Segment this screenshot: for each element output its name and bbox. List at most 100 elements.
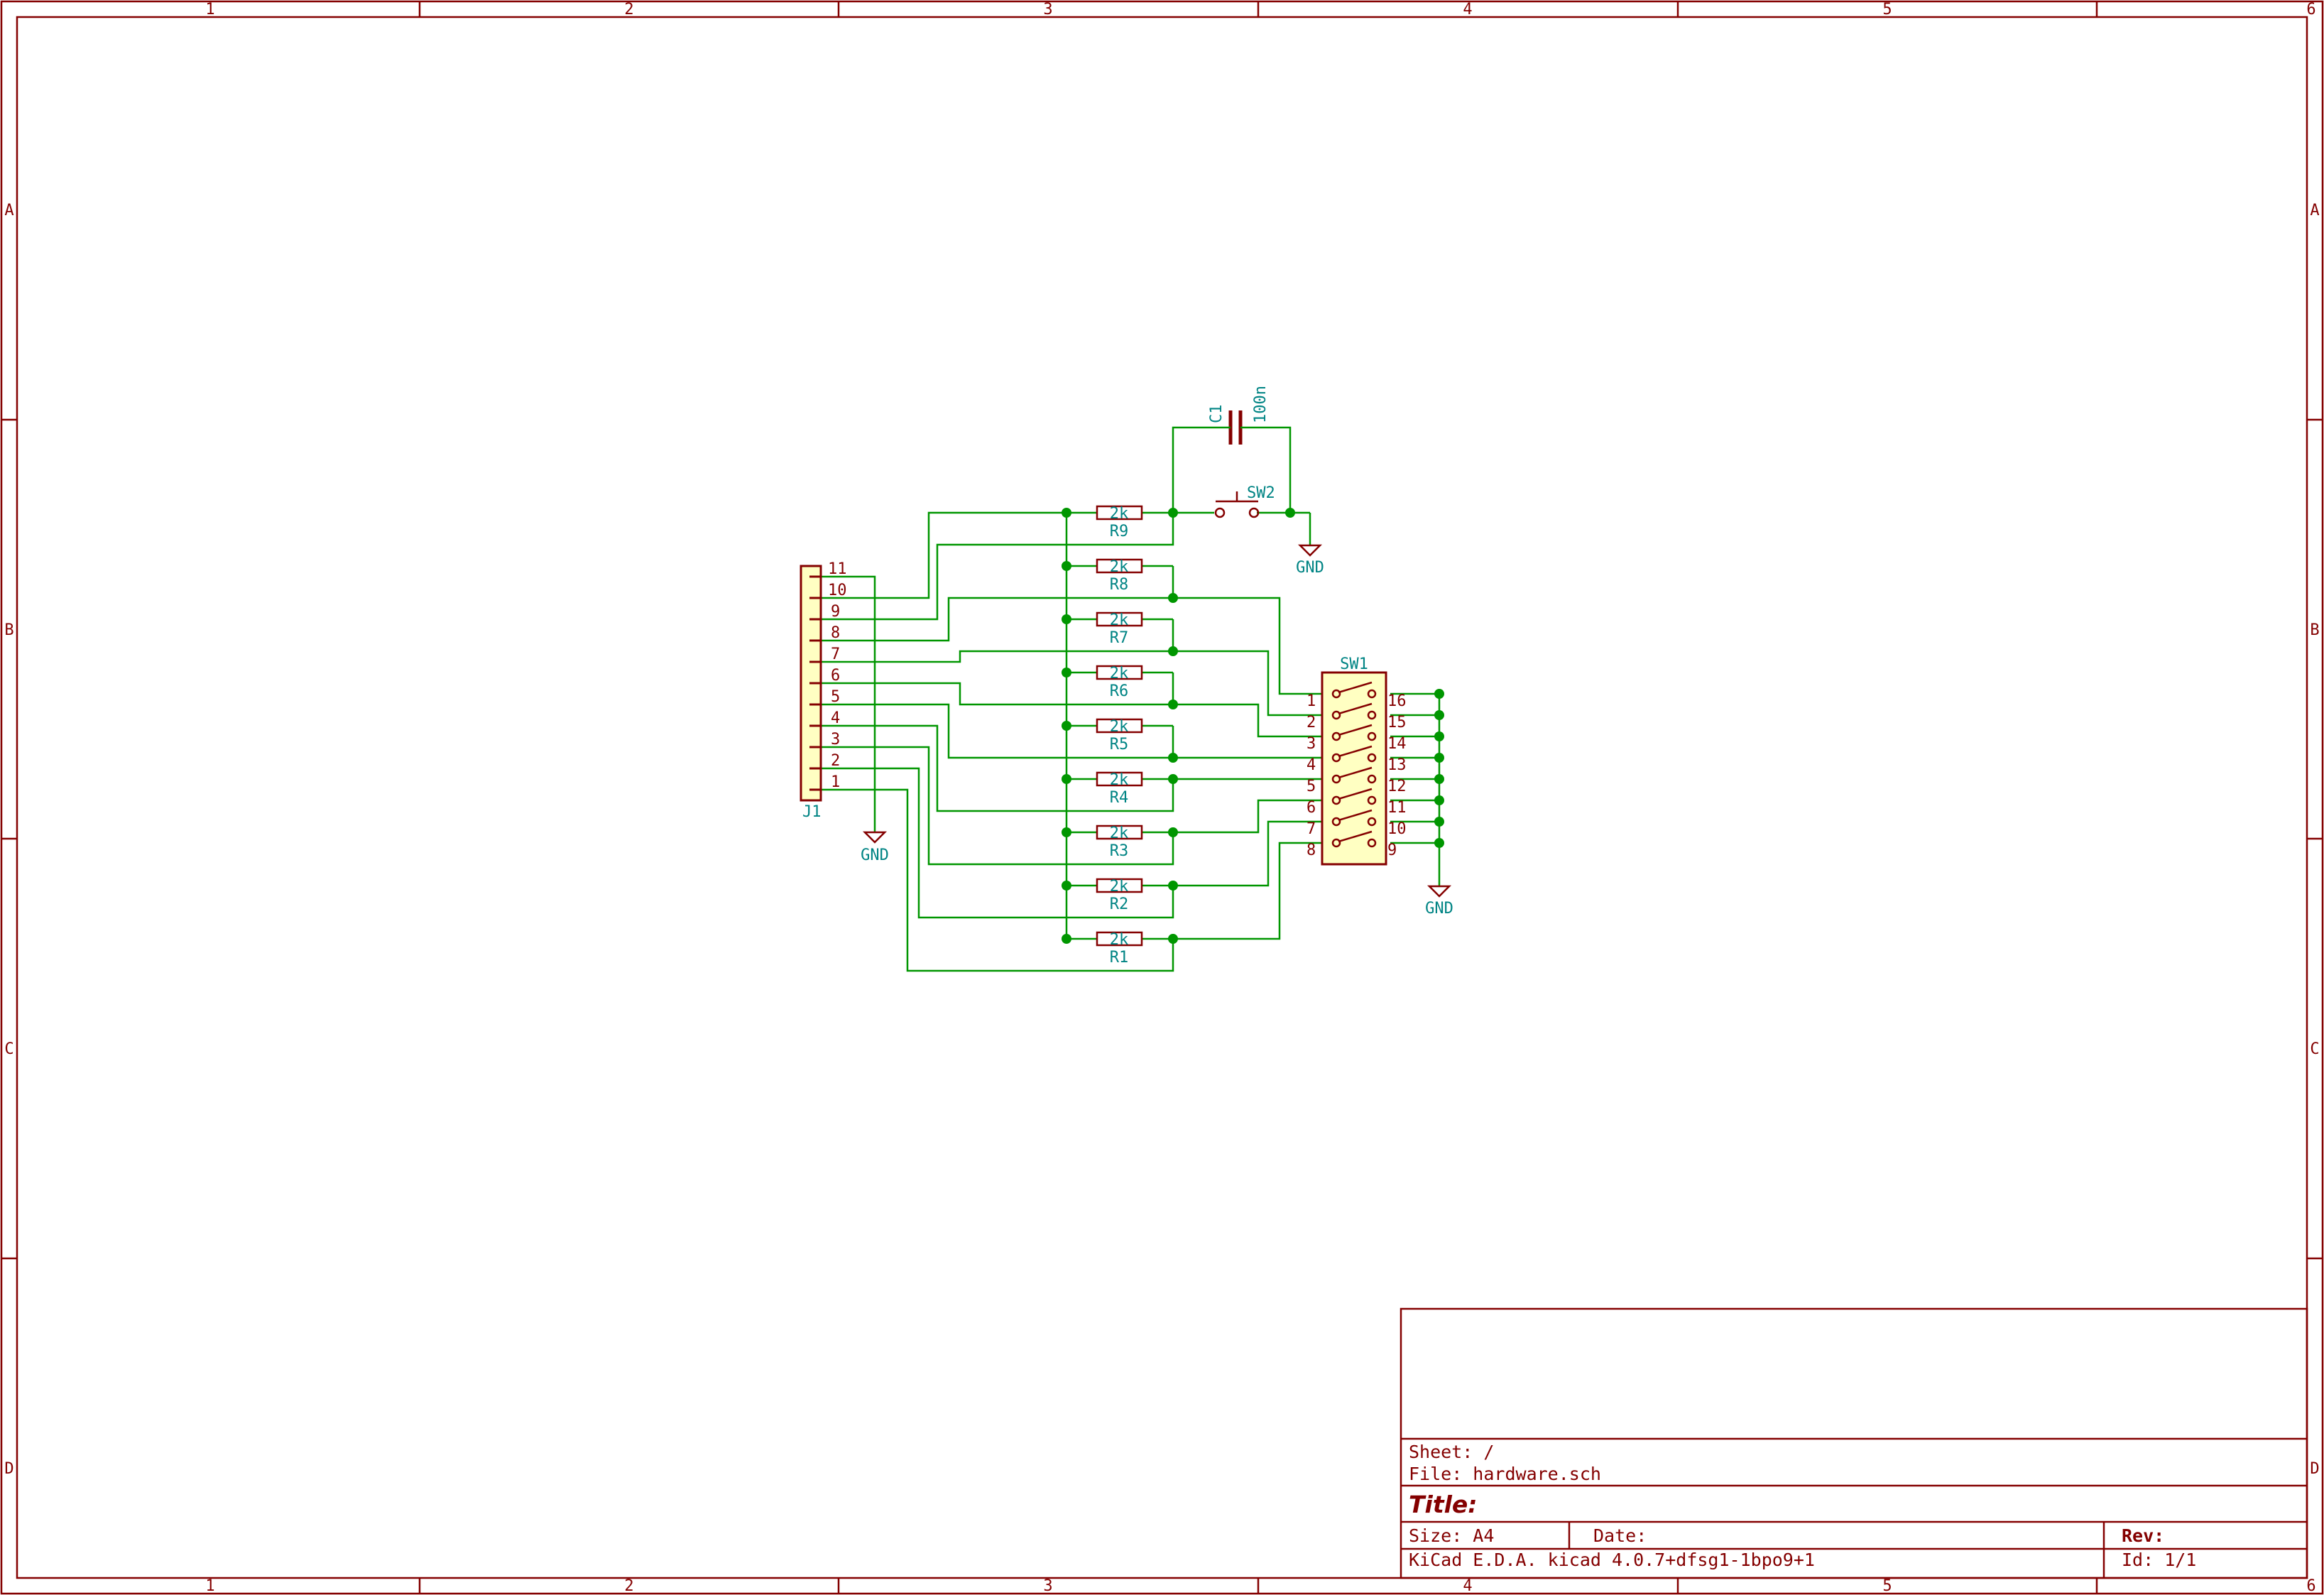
resistor-ref: R1 xyxy=(1110,949,1129,967)
resistor-value: 2k xyxy=(1110,771,1129,789)
connector-pin-number: 1 xyxy=(831,773,840,791)
row-label-left: D xyxy=(4,1460,13,1478)
resistor-value: 2k xyxy=(1110,611,1129,629)
resistor-r5[interactable]: 2k R5 xyxy=(1096,718,1143,753)
dip-pin-right: 14 xyxy=(1387,735,1407,753)
column-labels: 1 2 3 4 5 6 1 2 3 4 5 6 xyxy=(205,1,2315,1595)
title-block-file: File: hardware.sch xyxy=(1409,1464,1601,1484)
col-label-top: 3 xyxy=(1043,1,1052,18)
capacitor-c1[interactable]: C1 100n xyxy=(1208,386,1270,445)
row-label-left: A xyxy=(4,202,13,219)
resistor-r4[interactable]: 2k R4 xyxy=(1096,771,1143,807)
col-label-top: 6 xyxy=(2306,1,2315,18)
col-label-top: 2 xyxy=(624,1,633,18)
connector-ref: J1 xyxy=(802,803,822,821)
outer-border xyxy=(0,0,2324,1595)
dip-pin-left: 8 xyxy=(1306,842,1316,859)
resistor-ref: R6 xyxy=(1110,682,1129,700)
dip-switch-body xyxy=(1321,671,1387,866)
resistor-value: 2k xyxy=(1110,558,1129,576)
gnd-label: GND xyxy=(861,847,889,864)
title-block-date: Date: xyxy=(1593,1525,1647,1546)
dip-pin-left: 5 xyxy=(1306,778,1316,795)
capacitor-value: 100n xyxy=(1252,386,1270,423)
dip-pin-right: 12 xyxy=(1387,778,1407,795)
row-label-right: C xyxy=(2310,1040,2319,1058)
dip-switch-sw1[interactable]: SW1 1 2 3 4 5 6 7 8 16 15 14 13 12 11 10… xyxy=(1306,655,1407,866)
col-label-bottom: 5 xyxy=(1882,1577,1892,1595)
dip-pin-right: 16 xyxy=(1387,692,1407,710)
title-block-tool: KiCad E.D.A. kicad 4.0.7+dfsg1-1bpo9+1 xyxy=(1409,1550,1815,1570)
resistor-value: 2k xyxy=(1110,665,1129,682)
dip-pin-right: 9 xyxy=(1387,842,1397,859)
resistor-r6[interactable]: 2k R6 xyxy=(1096,665,1143,700)
title-block-rev: Rev: xyxy=(2122,1525,2164,1546)
col-label-bottom: 2 xyxy=(624,1577,633,1595)
title-block: Sheet: / File: hardware.sch Title: Size:… xyxy=(1400,1307,2308,1579)
connector-pin-number: 4 xyxy=(831,709,840,727)
row-label-right: A xyxy=(2310,202,2319,219)
connector-pin-number: 9 xyxy=(831,603,840,621)
connector-pin-number: 7 xyxy=(831,646,840,663)
title-block-title: Title: xyxy=(1409,1491,1478,1518)
col-label-bottom: 6 xyxy=(2306,1577,2315,1595)
resistor-value: 2k xyxy=(1110,824,1129,842)
connector-pin-number: 3 xyxy=(831,731,840,748)
resistor-ref: R2 xyxy=(1110,896,1129,913)
pushbutton-ref: SW2 xyxy=(1247,484,1275,502)
title-block-size: Size: A4 xyxy=(1409,1525,1494,1546)
gnd-label: GND xyxy=(1425,900,1453,918)
resistor-value: 2k xyxy=(1110,718,1129,736)
resistor-r7[interactable]: 2k R7 xyxy=(1096,611,1143,647)
capacitor-ref: C1 xyxy=(1208,405,1226,424)
dip-pin-left: 7 xyxy=(1306,820,1316,838)
resistor-value: 2k xyxy=(1110,505,1129,523)
connector-pin-number: 11 xyxy=(828,560,847,578)
gnd-symbol-j1[interactable]: GND xyxy=(861,831,889,864)
dip-pin-right: 13 xyxy=(1387,756,1407,774)
resistor-ref: R3 xyxy=(1110,842,1129,860)
connector-j1[interactable]: 11 10 9 8 7 6 5 4 3 2 1 J1 xyxy=(800,560,847,821)
resistor-ref: R5 xyxy=(1110,736,1129,753)
gnd-symbol-sw2[interactable]: GND xyxy=(1296,544,1324,577)
resistor-ref: R7 xyxy=(1110,629,1129,647)
dip-pin-left: 3 xyxy=(1306,735,1316,753)
connector-pin-number: 2 xyxy=(831,752,840,770)
resistor-ref: R9 xyxy=(1110,523,1129,540)
dip-pin-left: 6 xyxy=(1306,799,1316,817)
column-ticks xyxy=(418,1,2098,1594)
row-label-right: B xyxy=(2310,621,2319,639)
resistor-value: 2k xyxy=(1110,931,1129,949)
title-block-id: Id: 1/1 xyxy=(2122,1550,2196,1570)
gnd-label: GND xyxy=(1296,559,1324,577)
row-label-left: C xyxy=(4,1040,13,1058)
col-label-bottom: 1 xyxy=(205,1577,214,1595)
title-block-sheet: Sheet: / xyxy=(1409,1442,1494,1462)
connector-pin-number: 10 xyxy=(828,582,847,599)
resistor-value: 2k xyxy=(1110,878,1129,896)
row-labels: A B C D A B C D xyxy=(4,202,2319,1478)
gnd-symbol-sw1[interactable]: GND xyxy=(1425,885,1453,918)
dip-pin-left: 4 xyxy=(1306,756,1316,774)
dip-pin-left: 1 xyxy=(1306,692,1316,710)
connector-pin-number: 8 xyxy=(831,624,840,642)
resistor-r9[interactable]: 2k R9 xyxy=(1096,505,1143,540)
col-label-top: 5 xyxy=(1882,1,1892,18)
resistor-ref: R8 xyxy=(1110,576,1129,594)
row-label-left: B xyxy=(4,621,13,639)
col-label-top: 4 xyxy=(1463,1,1472,18)
dip-switch-ref: SW1 xyxy=(1340,655,1368,673)
resistor-ref: R4 xyxy=(1110,789,1129,807)
row-label-right: D xyxy=(2310,1460,2319,1478)
resistor-r3[interactable]: 2k R3 xyxy=(1096,824,1143,860)
col-label-bottom: 4 xyxy=(1463,1577,1472,1595)
col-label-bottom: 3 xyxy=(1043,1577,1052,1595)
resistor-r1[interactable]: 2k R1 xyxy=(1096,931,1143,967)
resistor-r2[interactable]: 2k R2 xyxy=(1096,878,1143,913)
dip-pin-left: 2 xyxy=(1306,714,1316,731)
dip-pin-right: 10 xyxy=(1387,820,1407,838)
dip-pin-right: 15 xyxy=(1387,714,1407,731)
resistor-r8[interactable]: 2k R8 xyxy=(1096,558,1143,594)
inner-border xyxy=(16,16,2308,1579)
connector-pin-number: 6 xyxy=(831,667,840,685)
